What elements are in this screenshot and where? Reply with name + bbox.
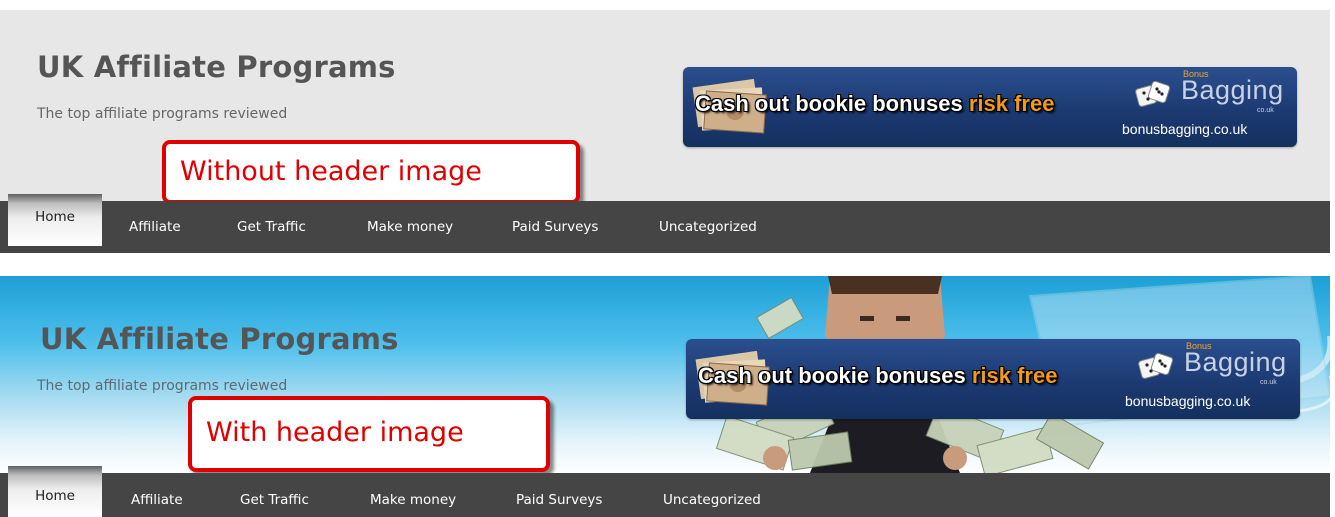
site-tagline: The top affiliate programs reviewed — [37, 378, 288, 394]
annotation-callout: Without header image — [162, 140, 580, 204]
nav-item-affiliate[interactable]: Affiliate — [129, 201, 181, 253]
ad-text-main: Cash out bookie bonuses — [698, 363, 972, 388]
ad-text: Cash out bookie bonuses risk free — [698, 363, 1057, 389]
nav-item-uncategorized[interactable]: Uncategorized — [663, 473, 761, 517]
nav-item-get-traffic[interactable]: Get Traffic — [240, 473, 309, 517]
main-navigation: Home Affiliate Get Traffic Make money Pa… — [0, 194, 1330, 253]
annotation-callout: With header image — [188, 396, 550, 472]
ad-brand-suffix: co.uk — [1260, 379, 1277, 386]
site-header: UK Affiliate Programs The top affiliate … — [0, 276, 1330, 473]
ad-domain: bonusbagging.co.uk — [1122, 121, 1248, 137]
site-header: UK Affiliate Programs The top affiliate … — [0, 10, 1330, 204]
ad-text: Cash out bookie bonuses risk free — [695, 91, 1054, 117]
ad-brand: Bagging — [1184, 347, 1287, 377]
screenshot-with-header-image: UK Affiliate Programs The top affiliate … — [0, 276, 1335, 517]
ad-brand: Bagging — [1181, 75, 1284, 105]
ad-brand-suffix: co.uk — [1257, 107, 1274, 114]
site-title[interactable]: UK Affiliate Programs — [37, 50, 396, 84]
nav-item-home[interactable]: Home — [8, 466, 102, 517]
ad-domain: bonusbagging.co.uk — [1125, 393, 1251, 409]
nav-item-get-traffic[interactable]: Get Traffic — [237, 201, 306, 253]
site-title[interactable]: UK Affiliate Programs — [40, 322, 399, 356]
nav-item-home[interactable]: Home — [8, 194, 102, 246]
ad-text-accent: risk free — [971, 363, 1058, 388]
dice-icon — [1138, 353, 1174, 379]
nav-item-make-money[interactable]: Make money — [367, 201, 453, 253]
dice-icon — [1135, 81, 1171, 107]
ad-banner[interactable]: Cash out bookie bonuses risk free Bonus … — [683, 67, 1297, 147]
ad-text-main: Cash out bookie bonuses — [695, 91, 969, 116]
nav-item-uncategorized[interactable]: Uncategorized — [659, 201, 757, 253]
main-navigation: Home Affiliate Get Traffic Make money Pa… — [0, 466, 1330, 517]
nav-item-make-money[interactable]: Make money — [370, 473, 456, 517]
nav-item-paid-surveys[interactable]: Paid Surveys — [512, 201, 598, 253]
ad-banner[interactable]: Cash out bookie bonuses risk free Bonus … — [686, 339, 1300, 419]
nav-item-affiliate[interactable]: Affiliate — [131, 473, 183, 517]
screenshot-without-header-image: UK Affiliate Programs The top affiliate … — [0, 0, 1335, 258]
ad-text-accent: risk free — [968, 91, 1055, 116]
site-tagline: The top affiliate programs reviewed — [37, 106, 288, 122]
nav-item-paid-surveys[interactable]: Paid Surveys — [516, 473, 602, 517]
